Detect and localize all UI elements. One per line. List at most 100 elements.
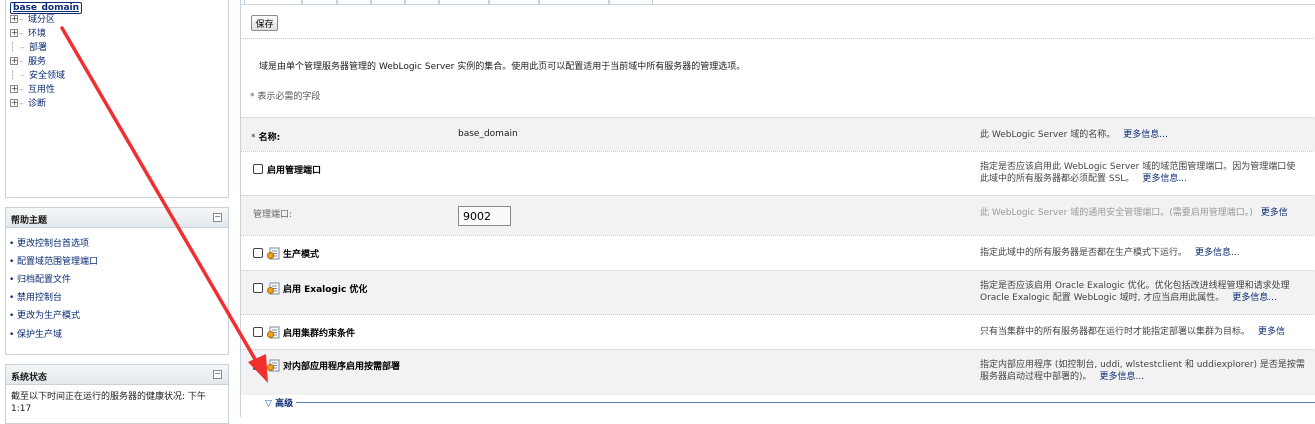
expand-icon[interactable]: + xyxy=(10,85,18,93)
field-hint: 指定是否应该启用 Oracle Exalogic 优化。优化包括改进线程管理和请… xyxy=(980,280,1290,304)
expand-icon[interactable]: + xyxy=(10,57,18,65)
help-link-label[interactable]: 更改为生产模式 xyxy=(17,311,80,321)
field-row-production-mode: 生产模式 指定此域中的所有服务器是否都在生产模式下运行。 更多信息... xyxy=(241,235,1315,270)
advanced-toggle[interactable]: ▽ 高级 xyxy=(262,396,297,409)
chevron-down-icon[interactable]: ▽ xyxy=(265,399,272,409)
more-info-link[interactable]: 更多信 xyxy=(1261,208,1288,218)
tree-root-label[interactable]: base_domain xyxy=(10,2,83,14)
more-info-link[interactable]: 更多信息... xyxy=(1232,293,1277,303)
name-value: base_domain xyxy=(458,129,518,139)
tree-item-label[interactable]: 互用性 xyxy=(28,85,55,95)
field-hint: 只有当集群中的所有服务器都在运行时才能指定部署以集群为目标。 更多信 xyxy=(980,326,1285,338)
panel-title: 帮助主题 xyxy=(11,216,48,226)
help-link-label[interactable]: 更改控制台首选项 xyxy=(17,239,89,249)
field-row-exalogic: 启用 Exalogic 优化 指定是否应该启用 Oracle Exalogic … xyxy=(241,270,1315,314)
config-icon xyxy=(267,359,280,372)
help-link[interactable]: • 更改为生产模式 xyxy=(9,310,80,322)
panel-title: 系统状态 xyxy=(11,373,48,383)
config-icon xyxy=(267,247,280,260)
tree-item-label[interactable]: 诊断 xyxy=(28,99,46,109)
tab-strip xyxy=(241,0,1315,5)
panel-header: 系统状态 − xyxy=(6,365,228,385)
hint-text: Oracle Exalogic 配置 WebLogic 域时, 才应当启用此属性… xyxy=(980,293,1225,303)
tab[interactable] xyxy=(439,0,489,5)
tab[interactable] xyxy=(337,0,371,5)
tree-item-label[interactable]: 部署 xyxy=(29,43,47,53)
help-link-label[interactable]: 配置域范围管理端口 xyxy=(17,257,98,267)
tab[interactable] xyxy=(609,0,653,5)
tab[interactable] xyxy=(405,0,439,5)
help-link[interactable]: • 保护生产域 xyxy=(9,329,62,341)
more-info-link[interactable]: 更多信息... xyxy=(1195,248,1240,258)
tree-item-security-realms[interactable]: ┆ – 安全领域 xyxy=(10,70,65,83)
field-row-cluster-constraints: 启用集群约束条件 只有当集群中的所有服务器都在运行时才能指定部署以集群为目标。更… xyxy=(241,314,1315,349)
help-link-label[interactable]: 禁用控制台 xyxy=(17,293,62,303)
save-button[interactable]: 保存 xyxy=(251,15,278,31)
system-status-panel: 系统状态 − 截至以下时间正在运行的服务器的健康状况: 下午1:17 xyxy=(5,364,229,424)
hint-text: 指定内部应用程序 (如控制台, uddi, wlstestclient 和 ud… xyxy=(980,360,1305,370)
checkbox-label: 启用管理端口 xyxy=(267,166,322,176)
field-row-admin-port-enabled: 启用管理端口 指定是否应该启用此 WebLogic Server 域的域范围管理… xyxy=(241,151,1315,195)
hint-text: 指定是否应该启用此 WebLogic Server 域的域范围管理端口。因为管理… xyxy=(980,162,1296,172)
expand-icon[interactable]: + xyxy=(10,99,18,107)
expand-icon[interactable]: + xyxy=(10,15,18,23)
expand-icon[interactable]: + xyxy=(10,29,18,37)
tree-item-label[interactable]: 域分区 xyxy=(28,15,55,25)
help-link-label[interactable]: 归档配置文件 xyxy=(17,275,71,285)
field-label: * 名称: xyxy=(251,133,281,143)
field-hint: 此 WebLogic Server 域的名称。 更多信息... xyxy=(980,129,1168,141)
more-info-link[interactable]: 更多信息... xyxy=(1100,372,1145,382)
admin-port-input[interactable] xyxy=(458,206,511,226)
tab[interactable] xyxy=(244,0,302,5)
tree-item-label[interactable]: 服务 xyxy=(28,57,46,67)
more-info-link[interactable]: 更多信息... xyxy=(1142,174,1187,184)
tree-item-environment[interactable]: +– 环境 xyxy=(10,28,46,41)
advanced-divider xyxy=(263,402,1315,403)
on-demand-deploy-checkbox[interactable] xyxy=(253,360,263,370)
cluster-constraints-checkbox[interactable] xyxy=(253,327,263,337)
hint-text: 服务器启动过程中部署的)。 xyxy=(980,372,1092,382)
advanced-label[interactable]: 高级 xyxy=(275,399,293,409)
field-hint: 指定内部应用程序 (如控制台, uddi, wlstestclient 和 ud… xyxy=(980,359,1305,383)
more-info-link[interactable]: 更多信息... xyxy=(1123,130,1168,140)
admin-port-label: 管理端口: xyxy=(253,210,293,220)
tab[interactable] xyxy=(539,0,609,5)
tree-item-deployments[interactable]: ┆ – 部署 xyxy=(10,42,47,55)
field-hint: 此 WebLogic Server 域的通用安全管理端口。(需要启用管理端口。)… xyxy=(980,207,1288,219)
help-link[interactable]: • 禁用控制台 xyxy=(9,292,62,304)
collapse-icon[interactable]: − xyxy=(213,370,222,379)
tab[interactable] xyxy=(371,0,405,5)
field-label: 启用集群约束条件 xyxy=(253,326,355,339)
tree-item-label[interactable]: 环境 xyxy=(28,29,46,39)
system-status-text: 截至以下时间正在运行的服务器的健康状况: 下午1:17 xyxy=(11,392,206,414)
hint-text: 此域中的所有服务器都必须配置 SSL。 xyxy=(980,174,1135,184)
help-link[interactable]: • 归档配置文件 xyxy=(9,274,71,286)
name-label: 名称: xyxy=(258,133,281,143)
field-row-on-demand-deploy: 对内部应用程序启用按需部署 指定内部应用程序 (如控制台, uddi, wlst… xyxy=(241,349,1315,395)
more-info-link[interactable]: 更多信 xyxy=(1258,327,1285,337)
admin-port-checkbox[interactable] xyxy=(253,164,263,174)
hint-text: 此 WebLogic Server 域的名称。 xyxy=(980,130,1116,140)
help-link-label[interactable]: 保护生产域 xyxy=(17,330,62,340)
tree-item-domain-partitions[interactable]: +– 域分区 xyxy=(10,14,55,27)
tab[interactable] xyxy=(302,0,337,5)
hint-text: 此 WebLogic Server 域的通用安全管理端口。(需要启用管理端口。) xyxy=(980,208,1253,218)
tree-item-diagnostics[interactable]: +– 诊断 xyxy=(10,98,46,111)
field-label: 启用管理端口 xyxy=(253,163,321,176)
checkbox-label: 启用 Exalogic 优化 xyxy=(283,285,368,295)
field-label: 生产模式 xyxy=(253,247,319,260)
required-note: * 表示必需的字段 xyxy=(250,92,321,102)
production-mode-checkbox[interactable] xyxy=(253,248,263,258)
checkbox-label: 对内部应用程序启用按需部署 xyxy=(283,362,401,372)
tree-item-label[interactable]: 安全领域 xyxy=(29,71,65,81)
hint-text: 指定此域中的所有服务器是否都在生产模式下运行。 xyxy=(980,248,1188,258)
exalogic-checkbox[interactable] xyxy=(253,283,263,293)
help-link[interactable]: • 配置域范围管理端口 xyxy=(9,256,98,268)
collapse-icon[interactable]: − xyxy=(213,213,222,222)
field-hint: 指定是否应该启用此 WebLogic Server 域的域范围管理端口。因为管理… xyxy=(980,161,1295,185)
hint-text: 指定是否应该启用 Oracle Exalogic 优化。优化包括改进线程管理和请… xyxy=(980,281,1290,291)
help-link[interactable]: • 更改控制台首选项 xyxy=(9,238,89,250)
tree-item-services[interactable]: +– 服务 xyxy=(10,56,46,69)
tree-item-interoperability[interactable]: +– 互用性 xyxy=(10,84,55,97)
tab[interactable] xyxy=(489,0,539,5)
